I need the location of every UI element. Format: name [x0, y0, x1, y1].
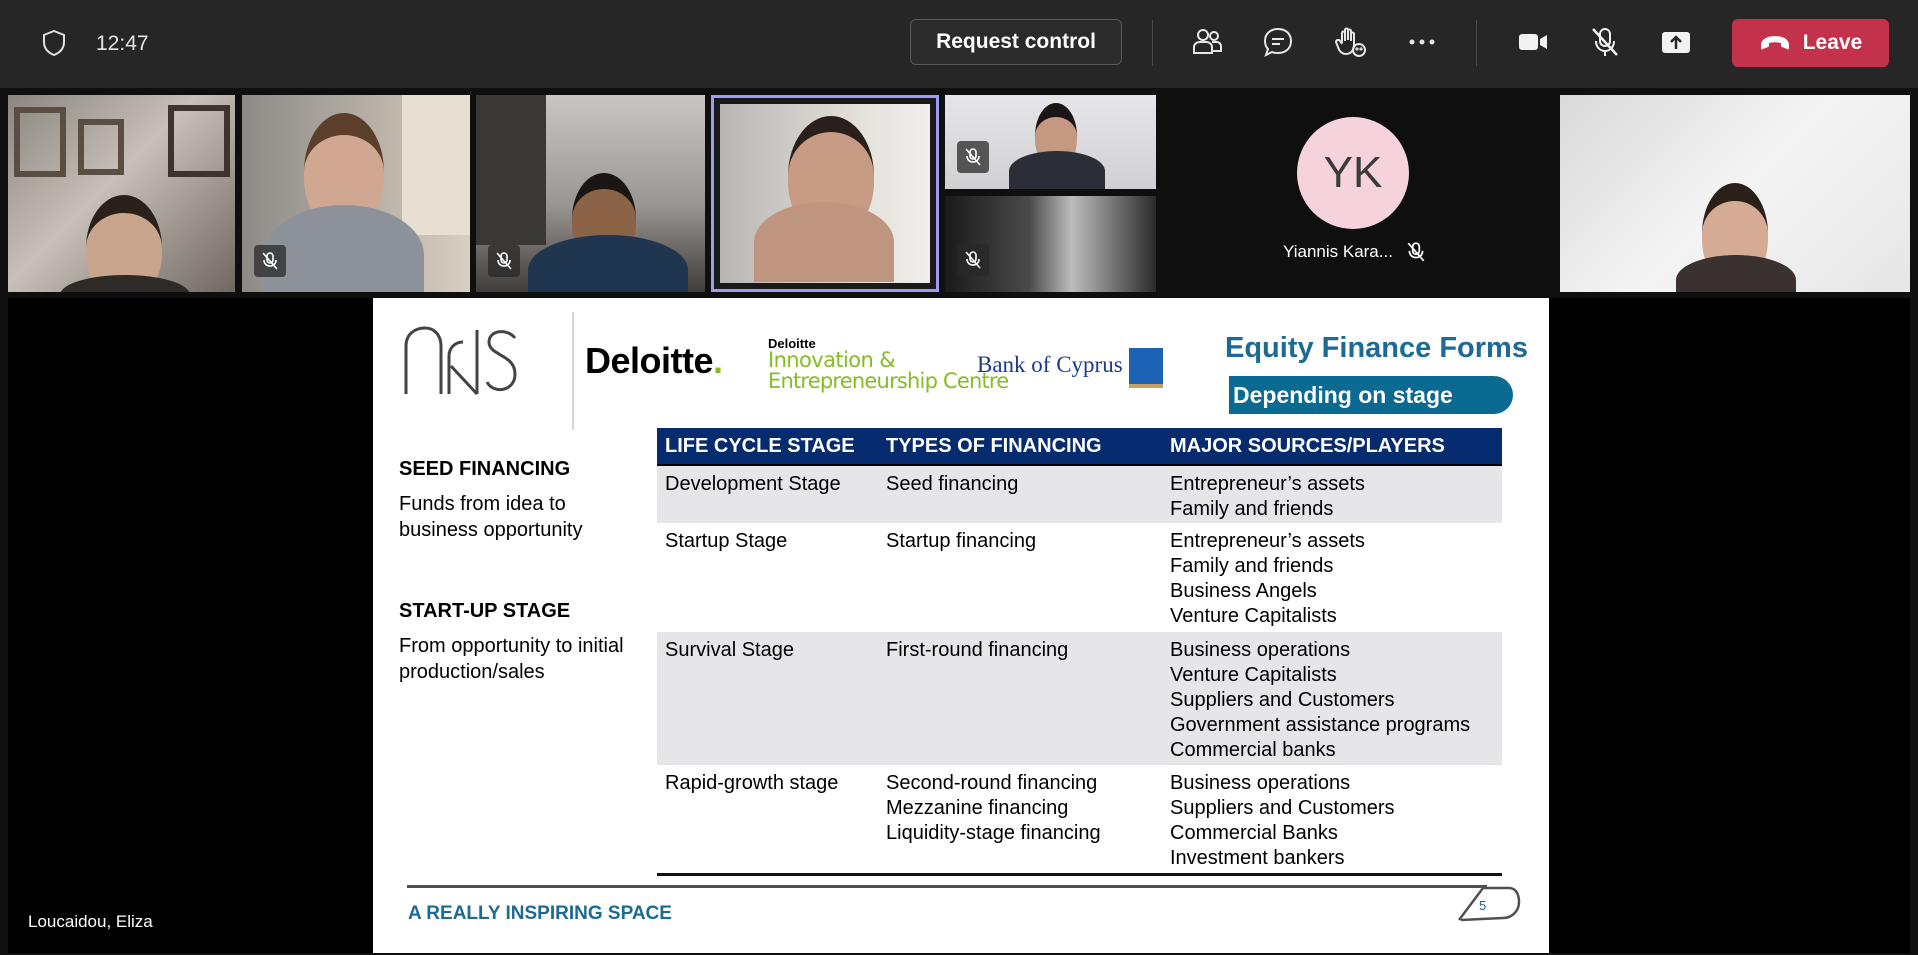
mic-off-icon[interactable]: [1587, 24, 1623, 60]
table-cell: Second-round financing Mezzanine financi…: [886, 772, 1101, 844]
participant-video-tile[interactable]: [476, 95, 705, 292]
camera-icon[interactable]: [1515, 24, 1551, 60]
table-cell: Business operations Venture Capitalists …: [1170, 639, 1471, 761]
table-row: Development Stage Seed financing Entrepr…: [657, 466, 1502, 523]
phone-hangup-icon: [1760, 36, 1789, 50]
deloitte-logo: Deloitte.: [585, 340, 723, 381]
seed-financing-text: business opportunity: [399, 519, 583, 541]
column-header: LIFE CYCLE STAGE: [665, 435, 855, 457]
aris-logo: [404, 326, 517, 396]
participant-avatar-tile[interactable]: YK Yiannis Kara...: [1168, 95, 1558, 292]
seed-financing-heading: SEED FINANCING: [399, 458, 571, 480]
table-cell: Startup Stage: [665, 530, 788, 552]
toolbar-divider: [1476, 20, 1477, 66]
startup-stage-text: From opportunity to initial: [399, 635, 624, 657]
table-cell: Business operations Suppliers and Custom…: [1170, 772, 1395, 869]
participant-video-tile[interactable]: [945, 95, 1156, 189]
logo-divider: [572, 312, 574, 430]
meeting-toolbar: 12:47 Request control Leave: [0, 0, 1918, 88]
table-row: Survival Stage First-round financing Bus…: [657, 632, 1502, 765]
table-bottom-rule: [657, 873, 1502, 876]
page-number: 5: [1479, 898, 1487, 913]
seed-financing-text: Funds from idea to: [399, 493, 566, 515]
shield-icon[interactable]: [42, 30, 66, 56]
share-screen-icon[interactable]: [1658, 24, 1694, 60]
participant-name: Yiannis Kara...: [1283, 242, 1393, 261]
table-cell: Startup financing: [886, 530, 1037, 552]
participant-video-tile[interactable]: [242, 95, 470, 292]
startup-stage-text: production/sales: [399, 661, 545, 683]
table-cell: First-round financing: [886, 639, 1069, 661]
table-cell: Seed financing: [886, 473, 1019, 495]
leave-button[interactable]: Leave: [1732, 19, 1889, 67]
table-cell: Rapid-growth stage: [665, 772, 839, 794]
table-cell: Entrepreneur’s assets Family and friends…: [1170, 530, 1365, 627]
table-row: Startup Stage Startup financing Entrepre…: [657, 523, 1502, 632]
request-control-button[interactable]: Request control: [910, 19, 1122, 65]
muted-mic-icon: [488, 245, 520, 277]
table-row: Rapid-growth stage Second-round financin…: [657, 765, 1502, 873]
presenter-name: Loucaidou, Eliza: [28, 912, 153, 931]
slide-footer: A REALLY INSPIRING SPACE: [408, 903, 672, 924]
muted-mic-icon: [1407, 242, 1425, 262]
page-number-shape: [1458, 886, 1521, 922]
financing-table: LIFE CYCLE STAGE TYPES OF FINANCING MAJO…: [657, 428, 1502, 873]
avatar: YK: [1297, 117, 1409, 229]
more-options-icon[interactable]: [1404, 24, 1440, 60]
chat-icon[interactable]: [1260, 24, 1296, 60]
table-cell: Survival Stage: [665, 639, 794, 661]
raise-hand-icon[interactable]: [1332, 24, 1368, 60]
column-header: MAJOR SOURCES/PLAYERS: [1170, 435, 1445, 457]
muted-mic-icon: [957, 141, 989, 173]
table-cell: Development Stage: [665, 473, 841, 495]
bank-of-cyprus-logo: Bank of Cyprus: [977, 352, 1123, 377]
participant-video-tile[interactable]: [945, 196, 1156, 292]
startup-stage-heading: START-UP STAGE: [399, 600, 571, 622]
table-cell: Entrepreneur’s assets Family and friends: [1170, 473, 1365, 520]
slide-subtitle: Depending on stage: [1229, 376, 1513, 414]
presentation-slide: Deloitte. Deloitte Innovation & Entrepre…: [373, 298, 1549, 953]
deloitte-innovation-centre-logo: Deloitte Innovation & Entrepreneurship C…: [768, 336, 1009, 393]
muted-mic-icon: [254, 245, 286, 277]
bank-of-cyprus-emblem-icon: [1129, 348, 1163, 388]
muted-mic-icon: [957, 244, 989, 276]
active-speaker-video-tile[interactable]: [711, 95, 939, 292]
leave-label: Leave: [1802, 31, 1863, 54]
meeting-duration: 12:47: [96, 32, 149, 55]
participant-video-tile[interactable]: [1560, 95, 1910, 292]
people-icon[interactable]: [1189, 24, 1225, 60]
table-header: LIFE CYCLE STAGE TYPES OF FINANCING MAJO…: [657, 428, 1502, 466]
toolbar-divider: [1152, 20, 1153, 66]
column-header: TYPES OF FINANCING: [886, 435, 1102, 457]
footer-divider: [407, 885, 1487, 888]
slide-title: Equity Finance Forms: [1225, 332, 1528, 364]
participant-video-tile[interactable]: [8, 95, 235, 292]
